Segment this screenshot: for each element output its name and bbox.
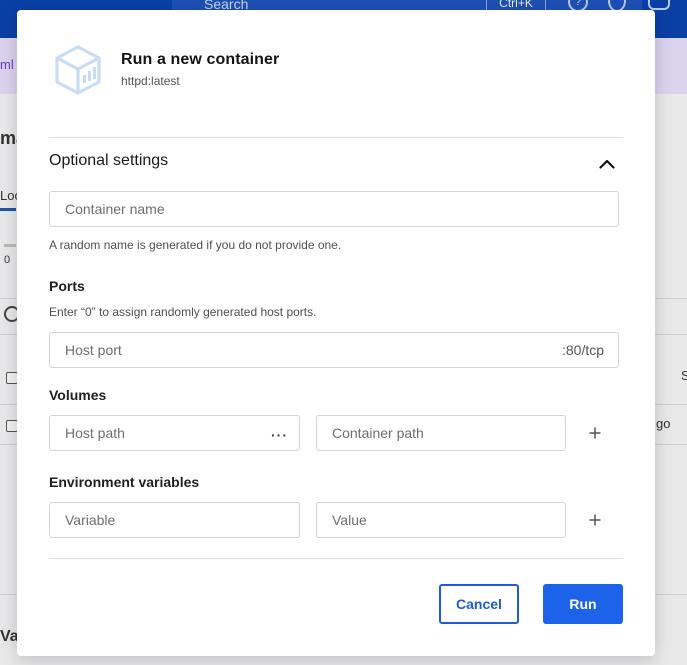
environment-variables-label: Environment variables: [49, 474, 200, 490]
env-value-input[interactable]: [316, 502, 566, 538]
run-container-dialog: Run a new container httpd:latest Optiona…: [17, 10, 655, 656]
image-name: httpd:latest: [121, 74, 180, 88]
container-name-hint: A random name is generated if you do not…: [49, 238, 342, 252]
more-dots-icon[interactable]: ···: [271, 427, 288, 443]
ports-label: Ports: [49, 278, 85, 294]
container-port-suffix: :80/tcp: [562, 342, 605, 358]
dialog-title: Run a new container: [121, 51, 280, 68]
collapse-optional-settings-button[interactable]: [595, 152, 619, 176]
ports-hint: Enter “0” to assign randomly generated h…: [49, 305, 317, 319]
env-variable-input[interactable]: [49, 502, 300, 538]
usage-bar: [4, 244, 16, 247]
run-button[interactable]: Run: [543, 584, 623, 624]
plus-icon: [589, 514, 601, 526]
add-volume-button[interactable]: [585, 423, 605, 443]
banner-text: ml: [0, 57, 14, 72]
volumes-label: Volumes: [49, 387, 107, 403]
container-path-input[interactable]: [316, 415, 566, 451]
container-name-input[interactable]: [49, 191, 619, 227]
plus-icon: [589, 427, 601, 439]
header-divider: [49, 137, 623, 138]
table-column-header: S: [681, 368, 687, 383]
table-cell-text: go: [656, 416, 671, 431]
cancel-button[interactable]: Cancel: [439, 584, 519, 624]
optional-settings-title: Optional settings: [49, 152, 169, 169]
tab-active-indicator: [0, 208, 16, 211]
usage-value: 0: [4, 254, 11, 266]
container-box-icon: [55, 45, 101, 95]
chevron-up-icon: [599, 159, 615, 169]
add-environment-variable-button[interactable]: [585, 510, 605, 530]
footer-divider: [49, 558, 623, 559]
host-path-input[interactable]: [49, 415, 300, 451]
host-port-input[interactable]: [49, 332, 619, 368]
learning-center-icon[interactable]: [648, 0, 670, 10]
